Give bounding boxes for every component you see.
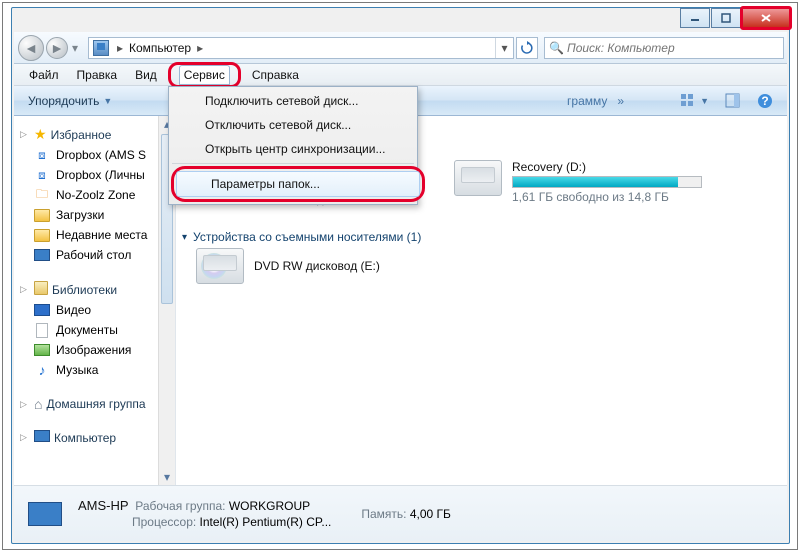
details-cpu-label: Процессор: — [132, 515, 196, 529]
details-cpu-value: Intel(R) Pentium(R) CP... — [200, 515, 332, 529]
homegroup-icon: ⌂ — [34, 396, 42, 412]
drive-dvd-label: DVD RW дисковод (E:) — [254, 259, 380, 273]
dvd-drive-icon — [196, 248, 244, 284]
sidebar-item-music[interactable]: ♪Музыка — [20, 360, 175, 380]
chevron-right-icon[interactable]: ▸ — [193, 41, 207, 55]
tools-dropdown: Подключить сетевой диск... Отключить сет… — [168, 86, 418, 205]
history-dropdown[interactable]: ▾ — [68, 35, 82, 61]
menu-bar: Файл Правка Вид Сервис Справка — [14, 64, 787, 86]
desktop-icon — [34, 247, 50, 263]
details-workgroup-value: WORKGROUP — [229, 499, 310, 513]
menu-file[interactable]: Файл — [20, 65, 68, 85]
drive-recovery-capacity-bar — [512, 176, 702, 188]
recent-icon — [34, 227, 50, 243]
scroll-down-icon[interactable]: ▾ — [159, 469, 175, 485]
toolbar-overflow[interactable]: » — [617, 94, 624, 108]
breadcrumb[interactable]: ▸ Компьютер ▸ ▾ — [88, 37, 514, 59]
sidebar-item-videos[interactable]: Видео — [20, 300, 175, 320]
dropbox-icon: ⧈ — [34, 167, 50, 183]
details-computer-name: AMS-HP — [78, 498, 129, 513]
computer-large-icon — [22, 493, 68, 535]
sidebar-homegroup-header[interactable]: ▷⌂Домашняя группа — [20, 394, 175, 414]
menu-view[interactable]: Вид — [126, 65, 166, 85]
arrow-right-icon: ► — [50, 40, 64, 56]
sidebar-item-documents[interactable]: Документы — [20, 320, 175, 340]
sidebar-favorites-header[interactable]: ▷★Избранное — [20, 124, 175, 145]
arrow-left-icon: ◄ — [24, 40, 38, 56]
document-icon — [34, 322, 50, 338]
organize-label: Упорядочить — [28, 94, 99, 108]
music-icon: ♪ — [34, 362, 50, 378]
drive-dvd[interactable]: DVD RW дисковод (E:) — [196, 248, 380, 284]
sidebar-item-dropbox-ams[interactable]: ⧈Dropbox (AMS S — [20, 145, 175, 165]
dropbox-icon: ⧈ — [34, 147, 50, 163]
search-icon: 🔍 — [549, 41, 564, 55]
video-icon — [34, 302, 50, 318]
close-button[interactable] — [742, 8, 790, 28]
chevron-down-icon: ▾ — [182, 232, 187, 243]
sidebar-item-pictures[interactable]: Изображения — [20, 340, 175, 360]
section-removable-header[interactable]: ▾ Устройства со съемными носителями (1) — [182, 230, 421, 244]
details-memory-value: 4,00 ГБ — [410, 507, 451, 521]
sidebar-item-desktop[interactable]: Рабочий стол — [20, 245, 175, 265]
window-controls — [680, 7, 790, 31]
sidebar-item-dropbox-personal[interactable]: ⧈Dropbox (Личны — [20, 165, 175, 185]
downloads-icon — [34, 207, 50, 223]
search-input[interactable] — [545, 41, 783, 55]
drive-recovery-subtext: 1,61 ГБ свободно из 14,8 ГБ — [512, 190, 702, 204]
details-workgroup-label: Рабочая группа: — [135, 499, 225, 513]
help-icon: ? — [757, 93, 773, 109]
back-button[interactable]: ◄ — [18, 35, 44, 61]
refresh-icon — [520, 41, 534, 55]
chevron-right-icon: ▸ — [113, 41, 127, 55]
organize-button[interactable]: Упорядочить ▼ — [20, 91, 120, 111]
preview-pane-button[interactable] — [717, 90, 749, 112]
folder-icon: 🗀 — [34, 187, 50, 203]
menu-tools[interactable]: Сервис — [179, 65, 230, 85]
sidebar-libraries-header[interactable]: ▷Библиотеки — [20, 279, 175, 300]
sidebar-item-downloads[interactable]: Загрузки — [20, 205, 175, 225]
refresh-button[interactable] — [516, 37, 538, 59]
toolbar-text-fragment: грамму — [567, 94, 607, 108]
menu-edit[interactable]: Правка — [68, 65, 127, 85]
preview-pane-icon — [725, 93, 741, 109]
maximize-button[interactable] — [711, 8, 741, 28]
menu-open-sync-center[interactable]: Открыть центр синхронизации... — [171, 137, 415, 161]
search-box[interactable]: 🔍 — [544, 37, 784, 59]
minimize-button[interactable] — [680, 8, 710, 28]
navigation-bar: ◄ ► ▾ ▸ Компьютер ▸ ▾ 🔍 — [14, 32, 787, 64]
details-pane: AMS-HP Рабочая группа: WORKGROUP Процесс… — [14, 485, 787, 541]
breadcrumb-root[interactable]: Компьютер — [127, 41, 193, 55]
menu-map-network-drive[interactable]: Подключить сетевой диск... — [171, 89, 415, 113]
drive-recovery[interactable]: Recovery (D:) 1,61 ГБ свободно из 14,8 Г… — [454, 160, 702, 204]
computer-icon — [93, 40, 109, 56]
menu-help[interactable]: Справка — [243, 65, 308, 85]
hdd-icon — [454, 160, 502, 196]
libraries-icon — [34, 281, 48, 298]
pictures-icon — [34, 342, 50, 358]
explorer-window: ◄ ► ▾ ▸ Компьютер ▸ ▾ 🔍 Файл — [11, 7, 790, 544]
menu-separator — [172, 163, 414, 164]
svg-text:?: ? — [761, 94, 768, 108]
navigation-pane: ▷★Избранное ⧈Dropbox (AMS S ⧈Dropbox (Ли… — [14, 116, 176, 485]
details-memory-label: Память: — [361, 507, 406, 521]
sidebar-computer-header[interactable]: ▷Компьютер — [20, 428, 175, 447]
sidebar-item-nozoolz[interactable]: 🗀No-Zoolz Zone — [20, 185, 175, 205]
menu-disconnect-network-drive[interactable]: Отключить сетевой диск... — [171, 113, 415, 137]
forward-button[interactable]: ► — [46, 37, 68, 59]
view-mode-button[interactable]: ▼ — [672, 90, 717, 112]
sidebar-item-recent[interactable]: Недавние места — [20, 225, 175, 245]
chevron-down-icon: ▼ — [103, 96, 112, 106]
computer-icon — [34, 430, 50, 445]
breadcrumb-dropdown[interactable]: ▾ — [495, 38, 513, 58]
star-icon: ★ — [34, 126, 47, 143]
annotation-ring-tools: Сервис — [168, 62, 241, 88]
tiles-icon — [680, 93, 696, 109]
drive-recovery-label: Recovery (D:) — [512, 160, 702, 174]
menu-folder-options[interactable]: Параметры папок... — [176, 171, 420, 197]
chevron-down-icon: ▼ — [700, 96, 709, 106]
annotation-ring-folder-options: Параметры папок... — [171, 166, 425, 202]
help-button[interactable]: ? — [749, 90, 781, 112]
